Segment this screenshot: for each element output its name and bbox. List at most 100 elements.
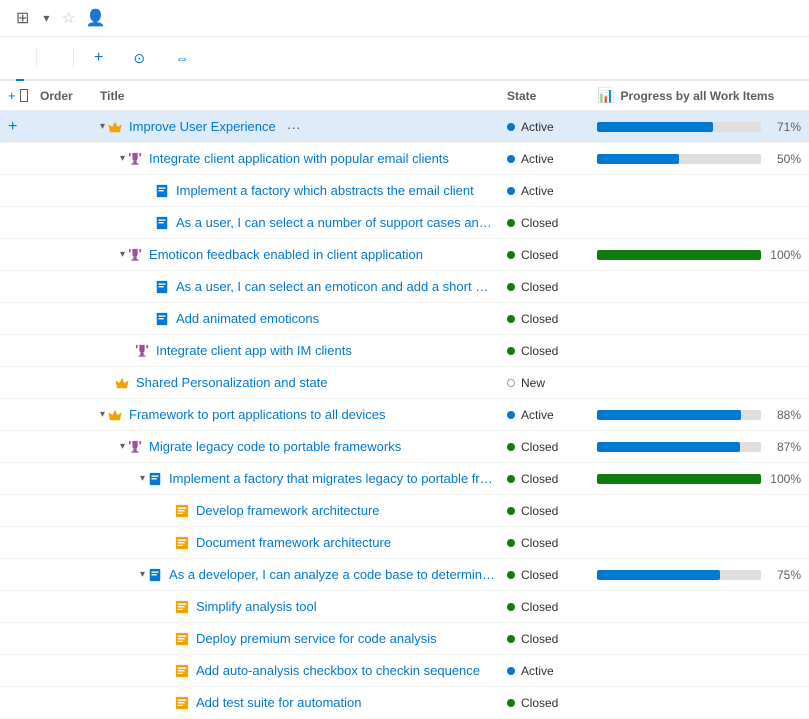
state-text: Closed [521, 696, 558, 710]
columns-icon: ⇔ [175, 50, 189, 66]
book-icon [155, 312, 169, 326]
progress-bar-fill [597, 474, 761, 484]
table-row: Add animated emoticons Closed [0, 303, 809, 335]
row-title-text[interactable]: As a user, I can select an emoticon and … [176, 279, 495, 294]
row-state: Closed [499, 600, 589, 614]
row-title-cell: ▾ Integrate client application with popul… [96, 151, 499, 166]
row-title-text[interactable]: Implement a factory that migrates legacy… [169, 471, 495, 486]
crown-icon [108, 120, 122, 134]
state-text: Closed [521, 312, 558, 326]
state-dot [507, 411, 515, 419]
progress-percent: 87% [767, 440, 801, 454]
person-add-icon[interactable]: 👤 [86, 8, 106, 28]
expand-icon[interactable]: ▾ [100, 121, 105, 132]
state-dot [507, 187, 515, 195]
state-dot [507, 571, 515, 579]
state-text: Closed [521, 216, 558, 230]
row-title-text[interactable]: Integrate client application with popula… [149, 151, 449, 166]
view-as-board-button[interactable]: ⊙ [121, 36, 163, 80]
progress-bar-bg [597, 122, 761, 132]
nav-item-backlog[interactable] [16, 37, 24, 81]
state-dot [507, 603, 515, 611]
progress-bar-bg [597, 570, 761, 580]
state-dot [507, 635, 515, 643]
state-text: Active [521, 408, 554, 422]
row-title-text[interactable]: Document framework architecture [196, 535, 391, 550]
row-more-icon[interactable]: ··· [287, 119, 301, 135]
task-icon [175, 600, 189, 614]
expand-icon[interactable]: ▾ [120, 153, 125, 164]
state-text: New [521, 376, 545, 390]
row-add-col[interactable]: + [0, 118, 36, 136]
expand-icon[interactable]: ▾ [120, 441, 125, 452]
row-title-cell: As a user, I can select a number of supp… [96, 215, 499, 230]
new-work-item-button[interactable]: + [82, 36, 121, 80]
star-icon[interactable]: ☆ [61, 8, 75, 28]
state-text: Active [521, 120, 554, 134]
th-checkbox[interactable] [20, 89, 28, 102]
expand-icon[interactable]: ▾ [140, 473, 145, 484]
row-title-text[interactable]: Implement a factory which abstracts the … [176, 183, 474, 198]
progress-percent: 100% [767, 248, 801, 262]
th-progress: 📊 Progress by all Work Items [589, 87, 809, 104]
expand-icon[interactable]: ▾ [120, 249, 125, 260]
row-title-cell: ▾ Implement a factory that migrates legac… [96, 471, 499, 486]
row-title-text[interactable]: Framework to port applications to all de… [129, 407, 386, 422]
row-state: Closed [499, 344, 589, 358]
book-icon [155, 184, 169, 198]
progress-bar-fill [597, 410, 741, 420]
row-state: Closed [499, 696, 589, 710]
row-state: Closed [499, 568, 589, 582]
state-text: Active [521, 184, 554, 198]
row-title-text[interactable]: Simplify analysis tool [196, 599, 317, 614]
row-title-text[interactable]: Add animated emoticons [176, 311, 319, 326]
row-title-text[interactable]: Add test suite for automation [196, 695, 361, 710]
row-state: Closed [499, 472, 589, 486]
state-dot [507, 443, 515, 451]
nav-divider2 [73, 48, 74, 68]
table-header: + Order Title State 📊 Progress by all Wo… [0, 81, 809, 111]
row-title-text[interactable]: As a developer, I can analyze a code bas… [169, 567, 495, 582]
state-text: Closed [521, 504, 558, 518]
chevron-down-icon[interactable]: ▾ [43, 11, 49, 25]
expand-icon[interactable]: ▾ [100, 409, 105, 420]
expand-icon[interactable]: ▾ [140, 569, 145, 580]
row-title-text[interactable]: Develop framework architecture [196, 503, 380, 518]
state-text: Active [521, 152, 554, 166]
table-row: As a user, I can select an emoticon and … [0, 271, 809, 303]
table-row: As a user, I can select a number of supp… [0, 207, 809, 239]
progress-chart-icon: 📊 [597, 87, 614, 104]
row-title-text[interactable]: Integrate client app with IM clients [156, 343, 352, 358]
table-row: ▾ Framework to port applications to all d… [0, 399, 809, 431]
row-state: Active [499, 152, 589, 166]
state-text: Closed [521, 280, 558, 294]
row-state: New [499, 376, 589, 390]
row-title-text[interactable]: Improve User Experience [129, 119, 276, 134]
column-options-button[interactable]: ⇔ [163, 36, 207, 80]
trophy-icon [128, 440, 142, 454]
state-text: Closed [521, 536, 558, 550]
state-text: Closed [521, 248, 558, 262]
navbar: + ⊙ ⇔ [0, 37, 809, 81]
table-row: Deploy premium service for code analysis… [0, 623, 809, 655]
table-row: Document framework architecture Closed [0, 527, 809, 559]
row-title-text[interactable]: Migrate legacy code to portable framewor… [149, 439, 401, 454]
row-state: Active [499, 184, 589, 198]
nav-item-analytics[interactable] [41, 36, 65, 80]
row-title-cell: Deploy premium service for code analysis [96, 631, 499, 646]
row-title-text[interactable]: Deploy premium service for code analysis [196, 631, 437, 646]
row-progress: 88% [589, 408, 809, 422]
state-text: Closed [521, 344, 558, 358]
crown-icon [115, 376, 129, 390]
row-title-cell: Implement a factory which abstracts the … [96, 183, 499, 198]
row-title-text[interactable]: Shared Personalization and state [136, 375, 328, 390]
progress-percent: 88% [767, 408, 801, 422]
more-options-button[interactable] [777, 36, 793, 80]
th-order: Order [36, 89, 96, 103]
row-progress: 50% [589, 152, 809, 166]
book-icon [148, 472, 162, 486]
row-title-text[interactable]: Add auto-analysis checkbox to checkin se… [196, 663, 480, 678]
row-title-text[interactable]: Emoticon feedback enabled in client appl… [149, 247, 423, 262]
th-plus-icon[interactable]: + [8, 88, 16, 103]
row-title-text[interactable]: As a user, I can select a number of supp… [176, 215, 495, 230]
